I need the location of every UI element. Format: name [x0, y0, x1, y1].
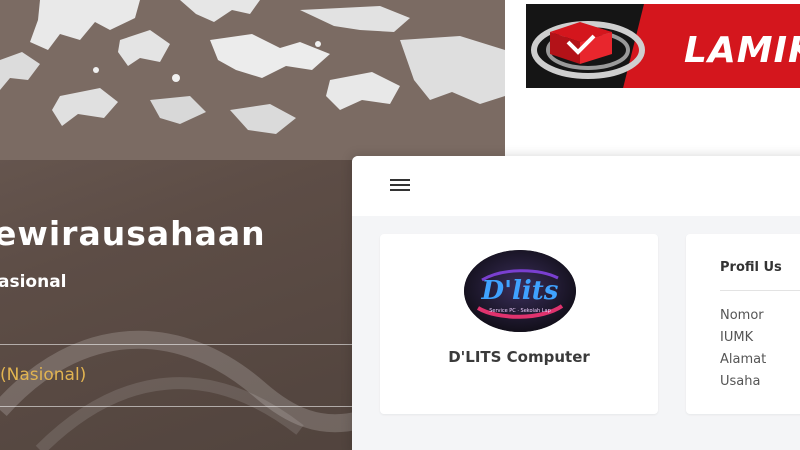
hero-subtitle: asional	[0, 272, 67, 292]
business-profile-card: Profil Us Nomor IUMK Alamat Usaha	[686, 234, 800, 414]
info-label-alamat: Alamat	[720, 352, 767, 367]
info-label-nomor: Nomor	[720, 308, 764, 323]
lamik-brand-text: LAMIK	[684, 30, 800, 71]
info-card-title: Profil Us	[720, 260, 782, 275]
lamik-logo-banner: LAMIK	[526, 4, 800, 88]
divider	[0, 344, 360, 345]
company-logo: D'lits Service PC · Sekolah Lap	[464, 250, 576, 332]
logo-text: D'lits	[481, 276, 559, 306]
info-label-iumk: IUMK	[720, 330, 754, 345]
hamburger-icon[interactable]	[388, 175, 412, 195]
company-profile-card: D'lits Service PC · Sekolah Lap D'LITS C…	[380, 234, 658, 414]
divider	[720, 290, 800, 291]
hero-title: ewirausahaan	[0, 214, 266, 253]
info-label-usaha: Usaha	[720, 374, 761, 389]
hero-scope-label: (Nasional)	[0, 365, 87, 385]
divider	[0, 406, 360, 407]
app-header	[352, 156, 800, 216]
company-name: D'LITS Computer	[448, 348, 590, 366]
dlits-logo-graphic: D'lits Service PC · Sekolah Lap	[464, 250, 576, 332]
world-map-graphic	[0, 0, 505, 160]
lamik-emblem-icon	[531, 21, 645, 79]
app-window: D'lits Service PC · Sekolah Lap D'LITS C…	[352, 156, 800, 450]
logo-tagline: Service PC · Sekolah Lap	[489, 308, 551, 314]
